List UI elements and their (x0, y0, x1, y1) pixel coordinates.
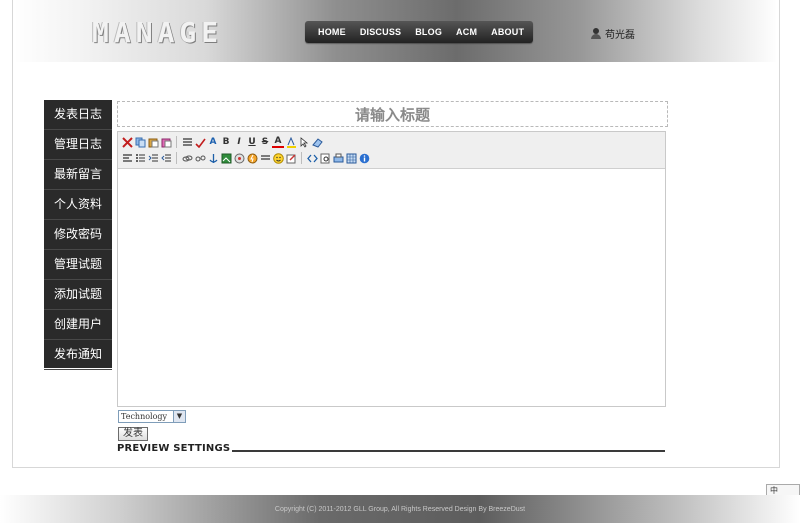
underline-icon[interactable]: U (246, 136, 258, 148)
font-icon[interactable]: A (207, 136, 219, 148)
sidebar-item-post-notice[interactable]: 发布通知 (44, 340, 112, 370)
source-icon[interactable] (306, 152, 318, 164)
anchor-icon[interactable] (207, 152, 219, 164)
nav-acm[interactable]: ACM (449, 27, 484, 37)
toolbar-row-1: A B I U S A (121, 134, 662, 150)
flash-icon[interactable] (246, 152, 258, 164)
strikethrough-icon[interactable]: S (259, 136, 271, 148)
ordered-list-icon[interactable] (181, 136, 193, 148)
chevron-down-icon[interactable]: ▼ (173, 411, 185, 422)
top-nav: HOME DISCUSS BLOG ACM ABOUT (305, 21, 533, 43)
toolbar-row-2 (121, 150, 662, 166)
nav-blog[interactable]: BLOG (408, 27, 449, 37)
table-icon[interactable] (345, 152, 357, 164)
footer-copyright: Copyright (C) 2011-2012 GLL Group, All R… (274, 506, 526, 513)
sidebar-item-manage-problems[interactable]: 管理试题 (44, 250, 112, 280)
indent-icon[interactable] (147, 152, 159, 164)
bg-color-icon[interactable] (285, 136, 297, 148)
divider (232, 450, 665, 452)
image-icon[interactable] (220, 152, 232, 164)
sidebar-item-manage-blog[interactable]: 管理日志 (44, 130, 112, 160)
emoticon-icon[interactable] (272, 152, 284, 164)
link-icon[interactable] (181, 152, 193, 164)
hr-icon[interactable] (259, 152, 271, 164)
header-band: MANAGE HOME DISCUSS BLOG ACM ABOUT (16, 0, 776, 62)
nav-home[interactable]: HOME (311, 27, 353, 37)
user-icon (591, 28, 601, 39)
site-logo: MANAGE (92, 16, 224, 49)
sidebar-item-latest-comments[interactable]: 最新留言 (44, 160, 112, 190)
preview-settings-label: PREVIEW SETTINGS (117, 443, 231, 454)
category-value: Technology (121, 412, 168, 421)
editor-toolbar: A B I U S A (118, 132, 665, 169)
spellcheck-icon[interactable] (194, 136, 206, 148)
edit-icon[interactable] (285, 152, 297, 164)
copy-icon[interactable] (134, 136, 146, 148)
align-left-icon[interactable] (121, 152, 133, 164)
nav-discuss[interactable]: DISCUSS (353, 27, 408, 37)
username[interactable]: 苟光磊 (605, 26, 635, 41)
paste-text-icon[interactable] (160, 136, 172, 148)
sidebar-item-add-problem[interactable]: 添加试题 (44, 280, 112, 310)
sidebar-item-create-user[interactable]: 创建用户 (44, 310, 112, 340)
toolbar-separator (301, 152, 302, 164)
print-icon[interactable] (332, 152, 344, 164)
media-icon[interactable] (233, 152, 245, 164)
sidebar: 发表日志 管理日志 最新留言 个人资料 修改密码 管理试题 添加试题 创建用户 … (44, 100, 112, 370)
cut-icon[interactable] (121, 136, 133, 148)
footer: Copyright (C) 2011-2012 GLL Group, All R… (0, 495, 800, 523)
toolbar-separator (176, 136, 177, 148)
about-icon[interactable] (358, 152, 370, 164)
category-select[interactable]: Technology ▼ (118, 410, 186, 423)
preview-icon[interactable] (319, 152, 331, 164)
unlink-icon[interactable] (194, 152, 206, 164)
title-input[interactable]: 请输入标题 (117, 101, 668, 127)
eraser-icon[interactable] (311, 136, 323, 148)
editor-content-area[interactable] (118, 169, 665, 407)
unordered-list-icon[interactable] (134, 152, 146, 164)
bold-icon[interactable]: B (220, 136, 232, 148)
ime-label: 中 (770, 486, 778, 495)
italic-icon[interactable]: I (233, 136, 245, 148)
preview-settings-heading: PREVIEW SETTINGS (117, 443, 665, 454)
font-color-icon[interactable]: A (272, 136, 284, 148)
select-icon[interactable] (298, 136, 310, 148)
sidebar-item-profile[interactable]: 个人资料 (44, 190, 112, 220)
rich-text-editor: A B I U S A (117, 131, 666, 407)
toolbar-separator (176, 152, 177, 164)
outdent-icon[interactable] (160, 152, 172, 164)
nav-about[interactable]: ABOUT (484, 27, 531, 37)
user-info[interactable]: 苟光磊 (591, 26, 635, 41)
sidebar-item-change-password[interactable]: 修改密码 (44, 220, 112, 250)
sidebar-item-post-blog[interactable]: 发表日志 (44, 100, 112, 130)
submit-button[interactable]: 发表 (118, 427, 148, 441)
paste-icon[interactable] (147, 136, 159, 148)
